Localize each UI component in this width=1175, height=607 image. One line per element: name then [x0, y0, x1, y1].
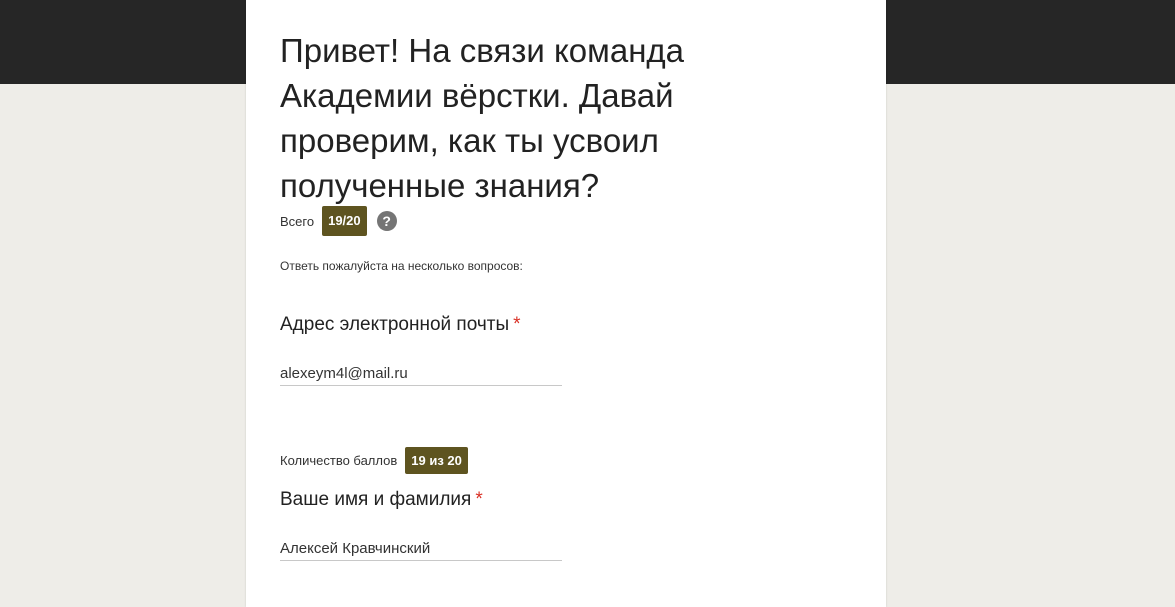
- total-score-row: Всего 19/20 ?: [280, 206, 397, 236]
- help-icon[interactable]: ?: [376, 211, 397, 231]
- required-marker: *: [475, 489, 483, 510]
- score-badge: 19 из 20: [405, 446, 468, 474]
- question-email-label: Адрес электронной почты: [280, 314, 510, 335]
- total-label: Всего: [280, 213, 315, 229]
- question-score-row: Количество баллов 19 из 20: [280, 446, 468, 474]
- question-name-title: Ваше имя и фамилия *: [280, 489, 483, 511]
- name-answer: Алексей Кравчинский: [280, 540, 562, 561]
- form-card: Привет! На связи команда Академии вёрстк…: [246, 0, 886, 607]
- required-marker: *: [513, 314, 521, 335]
- email-answer: alexeym4l@mail.ru: [280, 365, 562, 386]
- form-title: Привет! На связи команда Академии вёрстк…: [280, 32, 685, 204]
- question-name-label: Ваше имя и фамилия: [280, 489, 472, 510]
- form-intro: Ответь пожалуйста на несколько вопросов:: [280, 259, 523, 273]
- question-email-title: Адрес электронной почты *: [280, 314, 521, 336]
- score-label: Количество баллов: [280, 452, 398, 468]
- total-score-badge: 19/20: [322, 206, 367, 236]
